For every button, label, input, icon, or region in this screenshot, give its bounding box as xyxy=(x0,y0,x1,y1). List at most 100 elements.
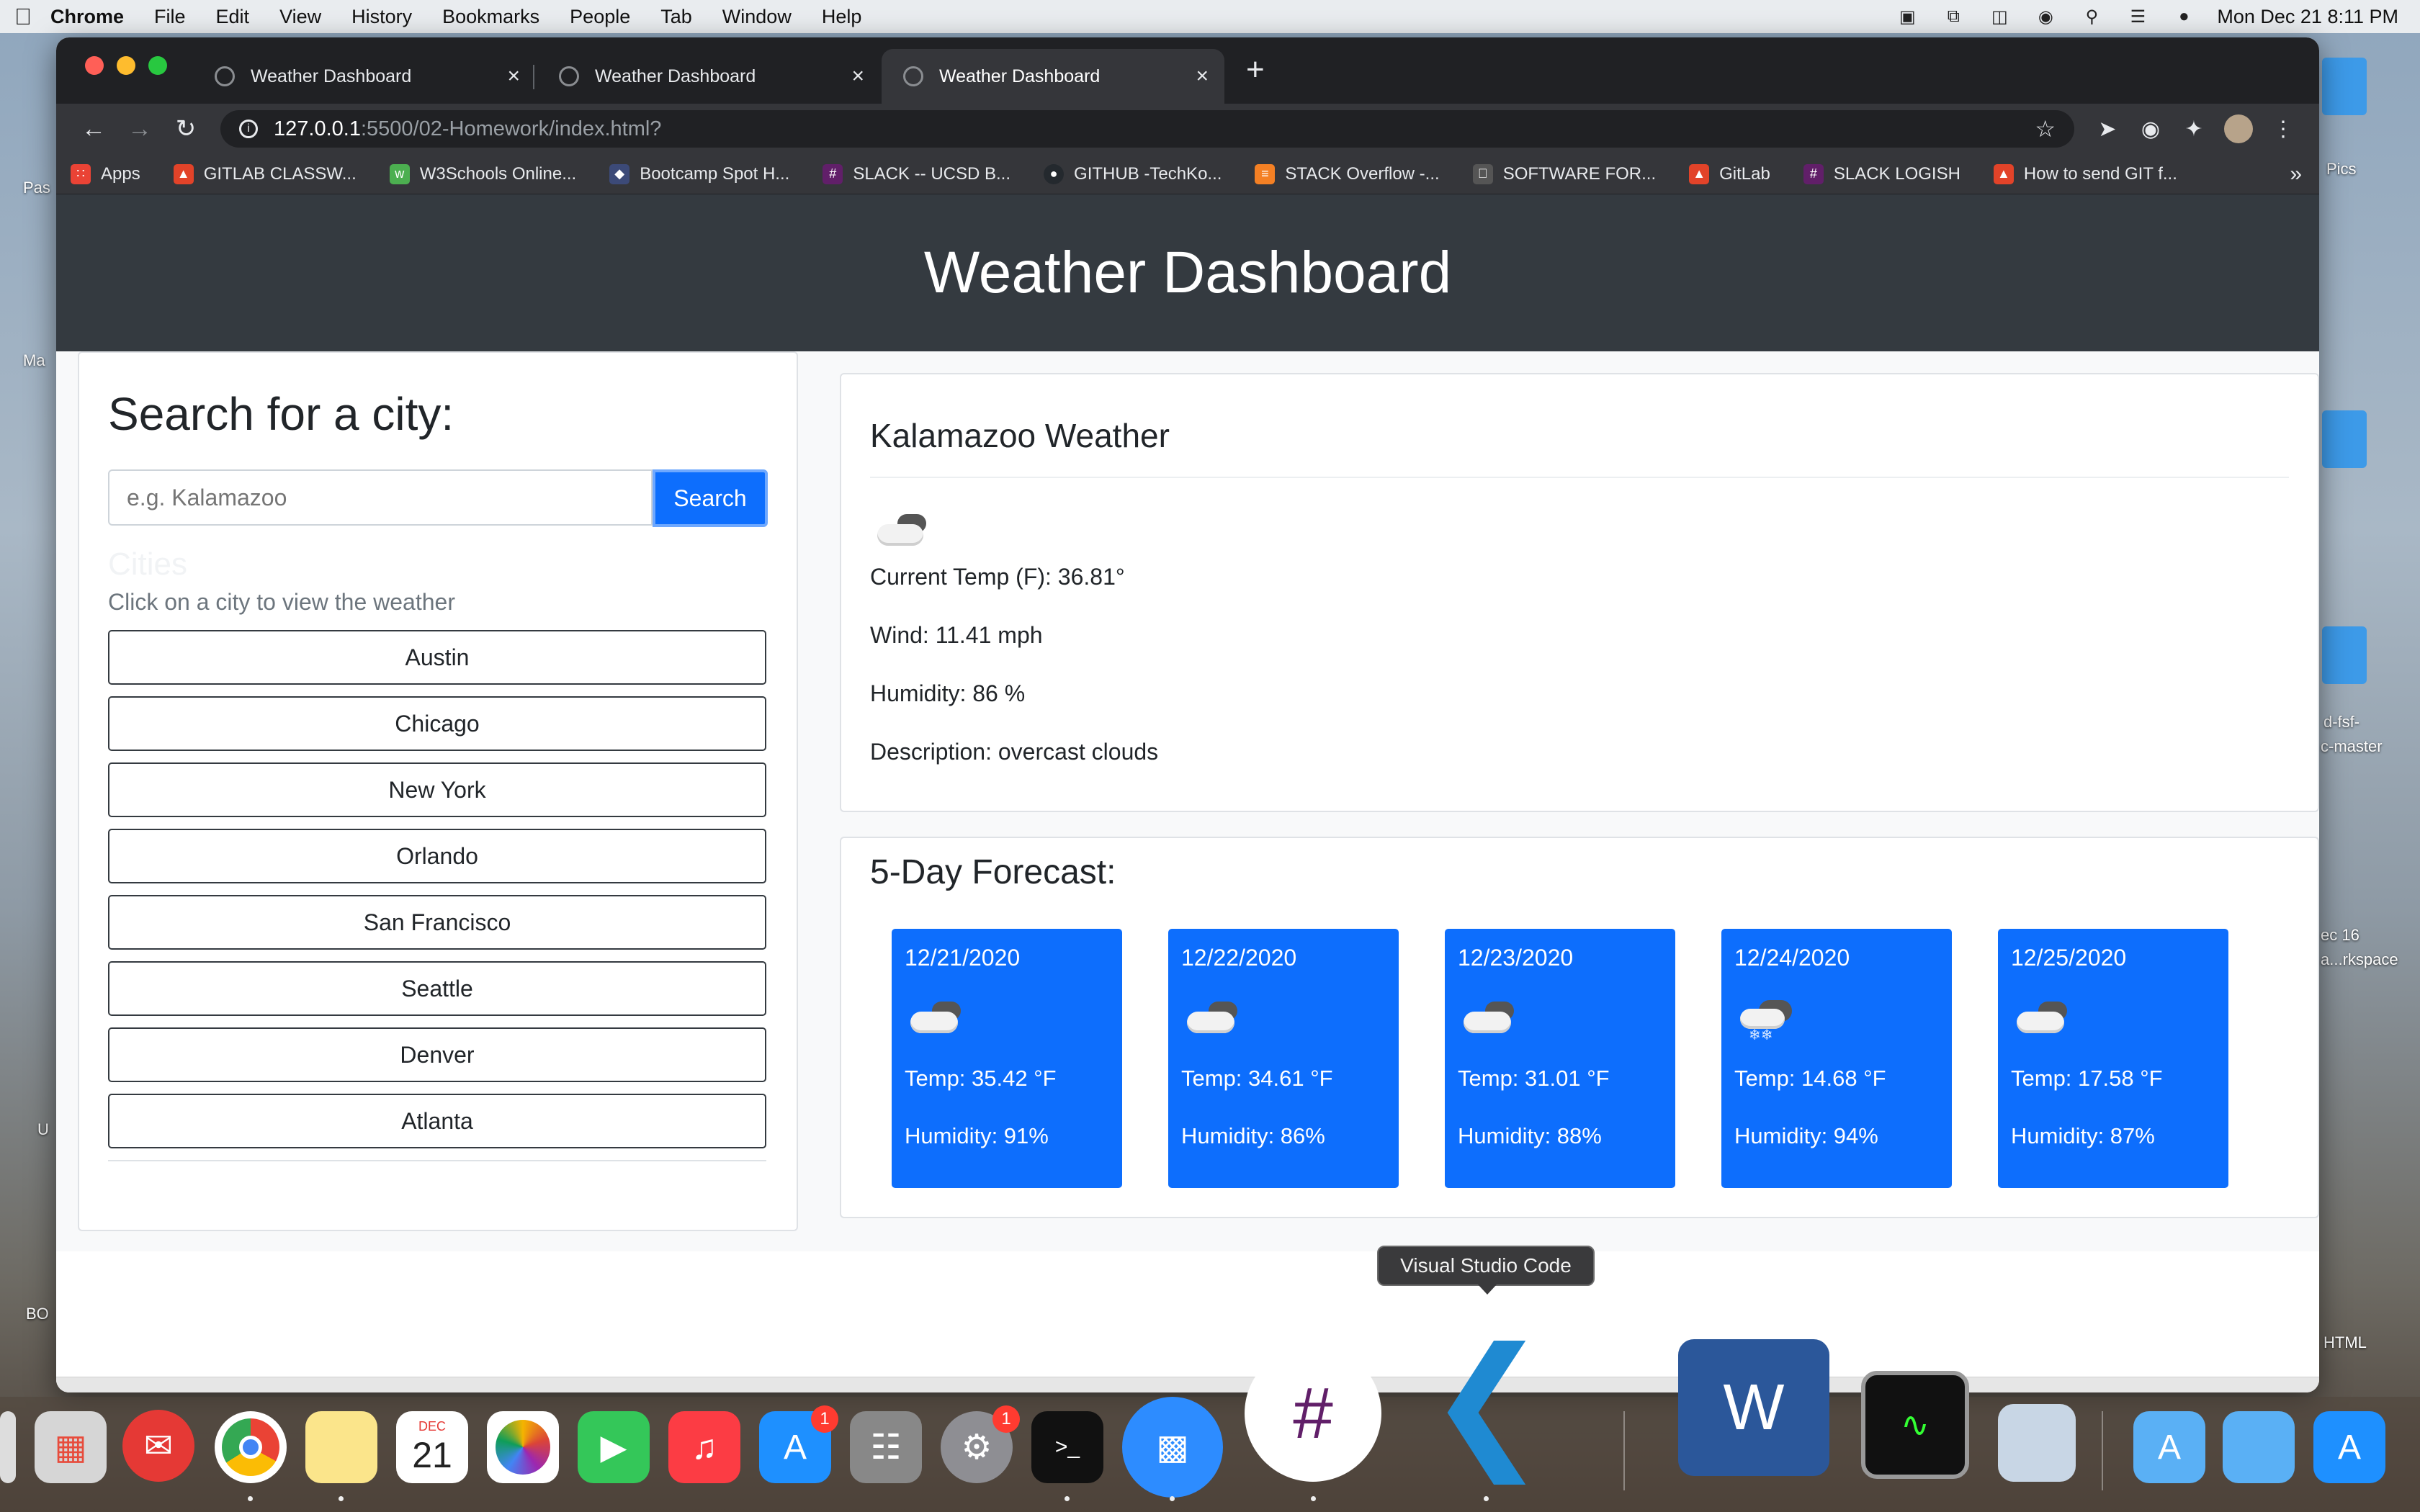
zoom-window-button[interactable] xyxy=(148,56,167,75)
puzzle-extensions-icon[interactable]: ✦ xyxy=(2172,117,2215,142)
vscode-icon[interactable]: ❮ xyxy=(1404,1318,1570,1483)
overcast-clouds-icon xyxy=(2011,997,2076,1040)
extension-icon[interactable]: ➤ xyxy=(2086,117,2129,142)
desktop-folder-icon[interactable] xyxy=(2322,626,2367,684)
browser-tab[interactable]: Weather Dashboard × xyxy=(193,49,536,104)
bookmark-item[interactable]: ▲ GitLab xyxy=(1689,163,1770,184)
app-store-icon[interactable]: A xyxy=(2313,1411,2385,1483)
minimize-window-button[interactable] xyxy=(117,56,135,75)
app-store-icon[interactable]: A 1 xyxy=(759,1405,838,1483)
menu-people[interactable]: People xyxy=(570,6,630,28)
system-preferences-icon[interactable]: ⚙ 1 xyxy=(941,1405,1020,1483)
music-icon[interactable]: ♫ xyxy=(668,1411,740,1483)
applications-folder-icon[interactable]: A xyxy=(2133,1411,2205,1483)
new-tab-button[interactable]: + xyxy=(1246,52,1265,88)
bookmark-item[interactable]: # SLACK LOGISH xyxy=(1803,163,1960,184)
bookmark-apps[interactable]: ∷ Apps xyxy=(71,163,140,184)
more-menu-icon[interactable]: ⋮ xyxy=(2262,117,2305,142)
extension-icon[interactable]: ◉ xyxy=(2129,117,2172,142)
zoom-icon[interactable]: ▩ xyxy=(1122,1397,1223,1498)
bookmark-item[interactable]:  SOFTWARE FOR... xyxy=(1472,163,1656,184)
menu-history[interactable]: History xyxy=(351,6,412,28)
site-info-icon[interactable]: i xyxy=(239,120,258,138)
facetime-icon[interactable]: ▶ xyxy=(578,1411,650,1483)
city-button-new-york[interactable]: New York xyxy=(108,762,766,817)
divider xyxy=(870,477,2289,478)
menu-app-name[interactable]: Chrome xyxy=(50,6,124,28)
chrome-icon[interactable] xyxy=(215,1411,287,1483)
horizontal-scrollbar[interactable] xyxy=(56,1377,2319,1392)
mail-icon[interactable]: ✉ xyxy=(122,1410,194,1482)
globe-icon xyxy=(903,66,923,86)
profile-avatar[interactable] xyxy=(2224,114,2253,143)
word-icon[interactable]: W xyxy=(1678,1339,1829,1476)
bookmark-item[interactable]: ▲ How to send GIT f... xyxy=(1993,163,2177,184)
city-button-orlando[interactable]: Orlando xyxy=(108,829,766,883)
menu-window[interactable]: Window xyxy=(722,6,792,28)
close-window-button[interactable] xyxy=(85,56,104,75)
siri-icon[interactable]: ● xyxy=(2171,6,2197,27)
current-weather-card: Kalamazoo Weather Current Temp (F): 36.8… xyxy=(840,373,2319,812)
camera-status-icon[interactable]: ▣ xyxy=(1894,6,1920,27)
menu-clock[interactable]: Mon Dec 21 8:11 PM xyxy=(2217,6,2398,28)
screen-mirror-icon[interactable]: ⧉ xyxy=(1940,6,1966,27)
overcast-clouds-icon xyxy=(1181,997,1246,1040)
bookmark-item[interactable]: ▲ GITLAB CLASSW... xyxy=(173,163,357,184)
city-button-atlanta[interactable]: Atlanta xyxy=(108,1094,766,1148)
control-center-icon[interactable]: ☰ xyxy=(2125,6,2151,27)
downloads-folder-icon[interactable] xyxy=(2223,1411,2295,1483)
desktop-folder-icon[interactable] xyxy=(2322,410,2367,468)
menu-tab[interactable]: Tab xyxy=(660,6,692,28)
bookmark-item[interactable]: ◆ Bootcamp Spot H... xyxy=(609,163,789,184)
close-tab-icon[interactable]: × xyxy=(507,64,520,89)
city-button-chicago[interactable]: Chicago xyxy=(108,696,766,751)
github-icon: ● xyxy=(1044,163,1065,184)
forecast-humidity: Humidity: 87% xyxy=(2011,1123,2155,1148)
cities-heading: Cities xyxy=(108,546,188,582)
forward-arrow-icon[interactable]: → xyxy=(117,115,163,143)
bookmark-item[interactable]: w W3Schools Online... xyxy=(389,163,576,184)
back-arrow-icon[interactable]: ← xyxy=(71,115,117,143)
bookmark-item[interactable]: # SLACK -- UCSD B... xyxy=(823,163,1010,184)
finder-icon[interactable] xyxy=(0,1411,16,1483)
calendar-icon[interactable]: DEC 21 xyxy=(396,1411,468,1483)
city-button-san-francisco[interactable]: San Francisco xyxy=(108,895,766,950)
menu-bookmarks[interactable]: Bookmarks xyxy=(442,6,539,28)
address-bar[interactable]: i 127.0.0.1 :5500/02-Homework/index.html… xyxy=(220,110,2074,148)
close-tab-icon[interactable]: × xyxy=(1196,64,1209,89)
slack-icon[interactable]: # xyxy=(1245,1345,1381,1482)
overcast-clouds-icon xyxy=(1458,997,1523,1040)
browser-tab[interactable]: Weather Dashboard × xyxy=(537,49,880,104)
reload-icon[interactable]: ↻ xyxy=(163,114,209,143)
city-button-denver[interactable]: Denver xyxy=(108,1027,766,1082)
menu-edit[interactable]: Edit xyxy=(216,6,250,28)
current-wind: Wind: 11.41 mph xyxy=(870,622,1043,648)
search-button[interactable]: Search xyxy=(653,469,768,527)
bookmark-star-icon[interactable]: ☆ xyxy=(2035,115,2056,143)
battery-icon[interactable]: ◫ xyxy=(1986,6,2012,27)
bookmark-item[interactable]: ● GITHUB -TechKo... xyxy=(1044,163,1222,184)
menu-file[interactable]: File xyxy=(154,6,186,28)
notes-icon[interactable] xyxy=(305,1411,377,1483)
activity-monitor-icon[interactable]: ∿ xyxy=(1861,1371,1969,1479)
desktop-folder-icon[interactable] xyxy=(2322,58,2367,115)
bookmark-item[interactable]: ≡ STACK Overflow -... xyxy=(1255,163,1440,184)
photos-icon[interactable] xyxy=(487,1411,559,1483)
terminal-icon[interactable]: >_ xyxy=(1031,1411,1103,1483)
menu-view[interactable]: View xyxy=(279,6,321,28)
menu-help[interactable]: Help xyxy=(822,6,862,28)
city-button-seattle[interactable]: Seattle xyxy=(108,961,766,1016)
city-button-austin[interactable]: Austin xyxy=(108,630,766,685)
bookmark-label: How to send GIT f... xyxy=(2023,163,2177,184)
close-tab-icon[interactable]: × xyxy=(851,64,864,89)
bookmarks-overflow-icon[interactable]: » xyxy=(2290,162,2302,186)
preview-icon[interactable] xyxy=(1998,1404,2076,1482)
desktop-label: d-fsf- xyxy=(2323,713,2360,731)
calculator-icon[interactable]: ☷ xyxy=(850,1411,922,1483)
wifi-icon[interactable]: ◉ xyxy=(2033,6,2058,27)
spotlight-search-icon[interactable]: ⚲ xyxy=(2079,6,2105,27)
browser-tab-active[interactable]: Weather Dashboard × xyxy=(882,49,1224,104)
apple-menu-icon[interactable]:  xyxy=(14,4,50,30)
launchpad-icon[interactable]: ▦ xyxy=(35,1411,107,1483)
city-search-input[interactable] xyxy=(108,469,653,526)
